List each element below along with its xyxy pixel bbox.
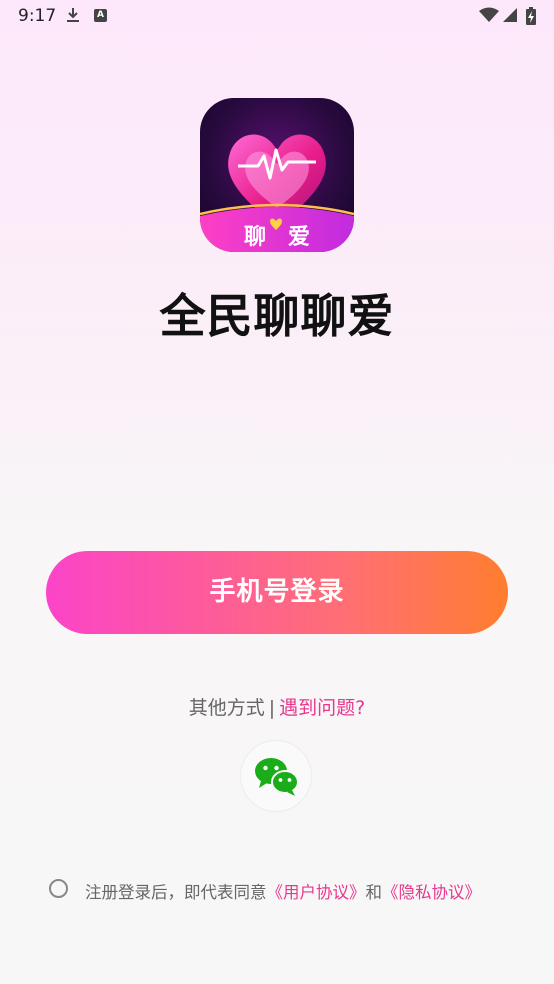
agreement-prefix: 注册登录后，即代表同意 (85, 883, 267, 902)
other-methods-row: 其他方式 | 遇到问题? (0, 693, 554, 720)
app-title: 全民聊聊爱 (159, 289, 395, 343)
agreement-text: 注册登录后，即代表同意《用户协议》和《隐私协议》 (85, 879, 481, 903)
phone-login-button[interactable]: 手机号登录 (46, 551, 508, 634)
agreement-row: 注册登录后，即代表同意《用户协议》和《隐私协议》 (49, 878, 539, 904)
logo-text-right: 爱 (288, 225, 310, 250)
separator: | (268, 697, 276, 719)
signal-icon (503, 8, 517, 22)
download-icon (67, 8, 79, 22)
status-time: 9:17 (18, 6, 57, 26)
app-notification-icon: A (94, 9, 107, 22)
wechat-login-button[interactable] (240, 740, 312, 812)
logo-text-left: 聊 (244, 225, 266, 250)
privacy-policy-link[interactable]: 《隐私协议》 (382, 883, 481, 902)
status-bar: 9:17 A (0, 0, 554, 32)
agree-radio[interactable] (49, 879, 68, 898)
wechat-icon (255, 758, 299, 796)
user-agreement-link[interactable]: 《用户协议》 (267, 883, 366, 902)
problem-link[interactable]: 遇到问题? (279, 697, 365, 719)
other-methods-label: 其他方式 (188, 697, 265, 719)
wifi-icon (479, 7, 499, 22)
agreement-and: 和 (365, 883, 383, 902)
app-logo: 聊 爱 (200, 98, 354, 252)
battery-charging-icon (526, 7, 536, 25)
